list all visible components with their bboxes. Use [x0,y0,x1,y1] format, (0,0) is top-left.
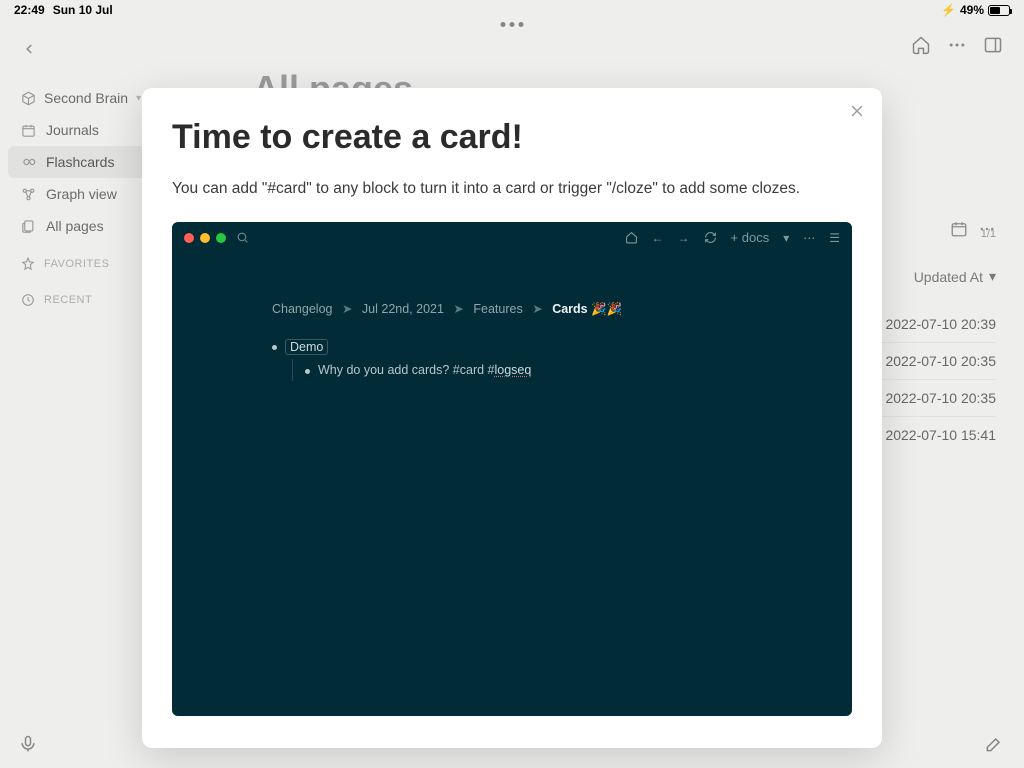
demo-screenshot: ← → + docs ▾ ⋯ ☰ Changelog ➤ Jul 22nd, 2… [172,222,852,716]
demo-fwd-icon: → [678,231,690,245]
bc-cards: Cards 🎉🎉 [552,302,622,316]
demo-home-icon [625,231,638,244]
bc-sep-icon: ➤ [526,302,548,316]
demo-bullet: Demo [272,335,752,359]
modal-body: You can add "#card" to any block to turn… [172,177,852,200]
onboarding-modal: Time to create a card! You can add "#car… [142,88,882,748]
demo-toolbar: ← → + docs ▾ ⋯ ☰ [625,230,840,245]
close-dot-icon [184,233,194,243]
demo-dd-icon: ▾ [783,231,789,245]
demo-bullet2: Why do you add cards? #card #logseq [318,363,531,377]
zoom-dot-icon [216,233,226,243]
demo-bullet: Why do you add cards? #card #logseq [292,359,752,381]
demo-menu-icon: ☰ [829,231,840,245]
bc-sep-icon: ➤ [447,302,469,316]
b2-tag: logseq [495,363,532,377]
window-traffic-lights [184,233,226,243]
bc-features: Features [473,302,522,316]
demo-add-docs: + docs [731,230,770,245]
bullet-icon [272,345,277,350]
modal-title: Time to create a card! [172,118,852,157]
demo-refresh-icon [704,231,717,244]
bullet-icon [305,369,310,374]
demo-breadcrumbs: Changelog ➤ Jul 22nd, 2021 ➤ Features ➤ … [172,253,852,327]
b2-text: Why do you add cards? #card # [318,363,495,377]
demo-bullet1: Demo [285,339,328,355]
demo-search-icon [236,231,249,244]
bc-sep-icon: ➤ [336,302,358,316]
demo-more-icon: ⋯ [803,231,815,245]
demo-back-icon: ← [652,231,664,245]
minimize-dot-icon [200,233,210,243]
close-button[interactable] [848,102,866,120]
bc-date: Jul 22nd, 2021 [362,302,444,316]
bc-changelog: Changelog [272,302,332,316]
